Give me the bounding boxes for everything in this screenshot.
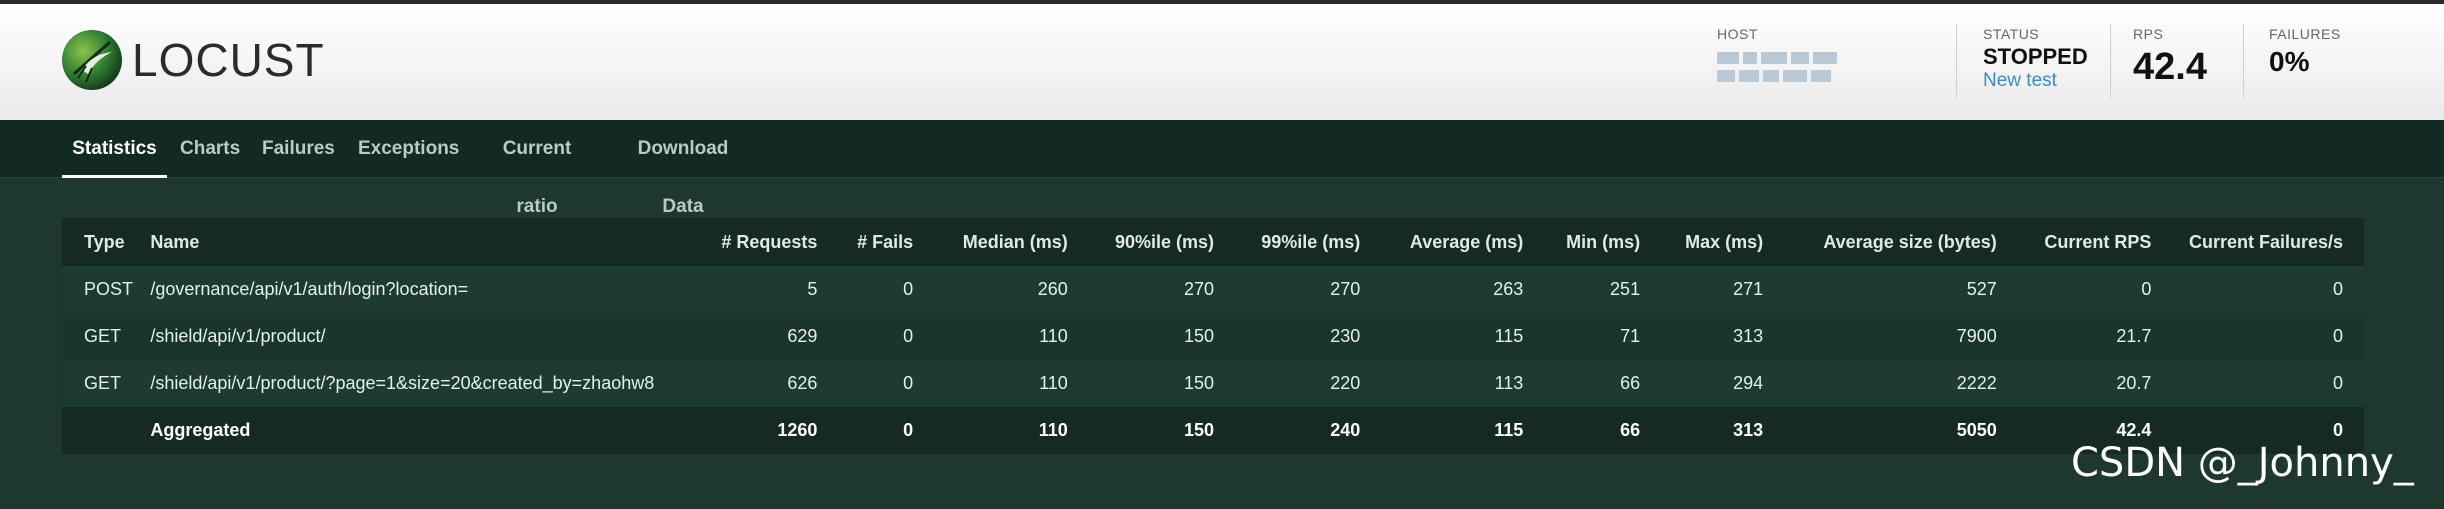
- table-row: GET /shield/api/v1/product/?page=1&size=…: [62, 360, 2364, 407]
- cell-requests: 5: [807, 279, 818, 299]
- divider: [1956, 24, 1957, 98]
- table-header-row: Type Name # Requests # Fails Median (ms)…: [62, 218, 2364, 266]
- column-header[interactable]: 90%ile (ms): [1068, 218, 1214, 266]
- failures-label: FAILURES: [2269, 26, 2341, 42]
- cell-avg-size: 527: [1966, 279, 1997, 299]
- divider: [2110, 24, 2111, 98]
- cell-current-failures: 0: [2332, 279, 2343, 299]
- rps-stat: RPS 42.4: [2133, 26, 2207, 89]
- cell-current-rps: 20.7: [2116, 373, 2152, 393]
- column-header[interactable]: Min (ms): [1523, 218, 1640, 266]
- table-row: GET /shield/api/v1/product/ 629 0 110 15…: [62, 313, 2364, 360]
- divider: [2243, 24, 2244, 98]
- rps-label: RPS: [2133, 26, 2164, 42]
- cell-name: /shield/api/v1/product/?page=1&size=20&c…: [150, 373, 655, 393]
- column-header[interactable]: Max (ms): [1640, 218, 1763, 266]
- failures-stat: FAILURES 0%: [2269, 26, 2341, 78]
- cell-name: Aggregated: [150, 407, 719, 454]
- cell-current-rps: 0: [2141, 279, 2152, 299]
- status-label: STATUS: [1983, 26, 2040, 42]
- cell-type: GET: [84, 326, 122, 346]
- cell-min: 71: [1620, 326, 1641, 346]
- cell-avg-size: 5050: [1763, 407, 1997, 454]
- tab-failures[interactable]: Failures: [262, 120, 335, 178]
- cell-max: 313: [1733, 326, 1764, 346]
- cell-max: 313: [1640, 407, 1764, 454]
- cell-avg-size: 7900: [1956, 326, 1997, 346]
- cell-type: POST: [84, 279, 134, 299]
- column-header[interactable]: Average (ms): [1360, 218, 1523, 266]
- statistics-table: Type Name # Requests # Fails Median (ms)…: [62, 218, 2364, 454]
- cell-current-failures: 0: [2332, 373, 2343, 393]
- cell-average: 115: [1360, 407, 1524, 454]
- rps-value: 42.4: [2133, 46, 2207, 88]
- column-header[interactable]: Current Failures/s: [2151, 218, 2364, 266]
- status-value: STOPPED: [1983, 44, 2088, 69]
- cell-requests: 629: [787, 326, 818, 346]
- cell-median: 110: [1039, 373, 1068, 393]
- cell-average: 113: [1494, 373, 1524, 393]
- column-header[interactable]: Type: [62, 218, 150, 266]
- cell-p90: 150: [1067, 407, 1215, 454]
- cell-p90: 270: [1183, 279, 1215, 299]
- aggregated-row: Aggregated 1260 0 110 150 240 115 66 313…: [62, 407, 2364, 454]
- locust-logo-icon: [62, 30, 122, 90]
- cell-requests: 1260: [718, 407, 818, 454]
- cell-p90: 150: [1183, 373, 1215, 393]
- cell-max: 294: [1733, 373, 1764, 393]
- column-header[interactable]: Average size (bytes): [1763, 218, 1996, 266]
- host-value-redacted: [1717, 52, 1837, 82]
- cell-fails: 0: [903, 326, 914, 346]
- cell-p90: 150: [1183, 326, 1215, 346]
- column-header[interactable]: # Fails: [817, 218, 913, 266]
- tab-exceptions[interactable]: Exceptions: [358, 120, 459, 178]
- cell-fails: 0: [903, 279, 914, 299]
- column-header[interactable]: Median (ms): [913, 218, 1068, 266]
- cell-p99: 220: [1330, 373, 1361, 393]
- cell-min: 66: [1523, 407, 1641, 454]
- cell-average: 263: [1493, 279, 1524, 299]
- cell-avg-size: 2222: [1956, 373, 1997, 393]
- host-label: HOST: [1717, 26, 1758, 42]
- cell-current-rps: 21.7: [2116, 326, 2152, 346]
- logo-text: LOCUST: [132, 34, 325, 86]
- tab-bar: Statistics Charts Failures Exceptions Cu…: [0, 120, 2444, 217]
- column-header[interactable]: Name: [150, 218, 718, 266]
- tab-charts[interactable]: Charts: [180, 120, 240, 178]
- cell-median: 110: [1039, 326, 1068, 346]
- cell-p99: 240: [1214, 407, 1361, 454]
- cell-p99: 230: [1330, 326, 1361, 346]
- cell-fails: 0: [817, 407, 914, 454]
- tab-statistics[interactable]: Statistics: [62, 120, 167, 178]
- cell-current-failures: 0: [2332, 326, 2343, 346]
- cell-median: 110: [913, 407, 1068, 454]
- column-header[interactable]: Current RPS: [1997, 218, 2151, 266]
- table-row: POST /governance/api/v1/auth/login?locat…: [62, 266, 2364, 313]
- cell-average: 115: [1494, 326, 1524, 346]
- host-stat: HOST: [1717, 26, 1837, 82]
- cell-fails: 0: [903, 373, 914, 393]
- logo[interactable]: LOCUST: [60, 28, 325, 92]
- cell-name: /shield/api/v1/product/: [150, 326, 326, 346]
- failures-value: 0%: [2269, 46, 2310, 77]
- cell-requests: 626: [787, 373, 818, 393]
- status-stat: STATUS STOPPED New test: [1983, 26, 2088, 92]
- cell-median: 260: [1037, 279, 1068, 299]
- cell-max: 271: [1733, 279, 1764, 299]
- header: LOCUST HOST STATUS STOPPED New test RPS …: [0, 4, 2444, 120]
- cell-p99: 270: [1330, 279, 1361, 299]
- new-test-link[interactable]: New test: [1983, 70, 2057, 92]
- tab-download-data[interactable]: Download Data: [617, 120, 749, 217]
- column-header[interactable]: # Requests: [719, 218, 817, 266]
- tab-current-ratio[interactable]: Current ratio: [481, 120, 593, 217]
- cell-type: [62, 407, 151, 454]
- cell-min: 251: [1610, 279, 1641, 299]
- watermark: CSDN @_Johnny_: [2071, 440, 2414, 486]
- column-header[interactable]: 99%ile (ms): [1214, 218, 1360, 266]
- cell-name: /governance/api/v1/auth/login?location=: [150, 279, 469, 299]
- cell-min: 66: [1620, 373, 1641, 393]
- cell-type: GET: [84, 373, 122, 393]
